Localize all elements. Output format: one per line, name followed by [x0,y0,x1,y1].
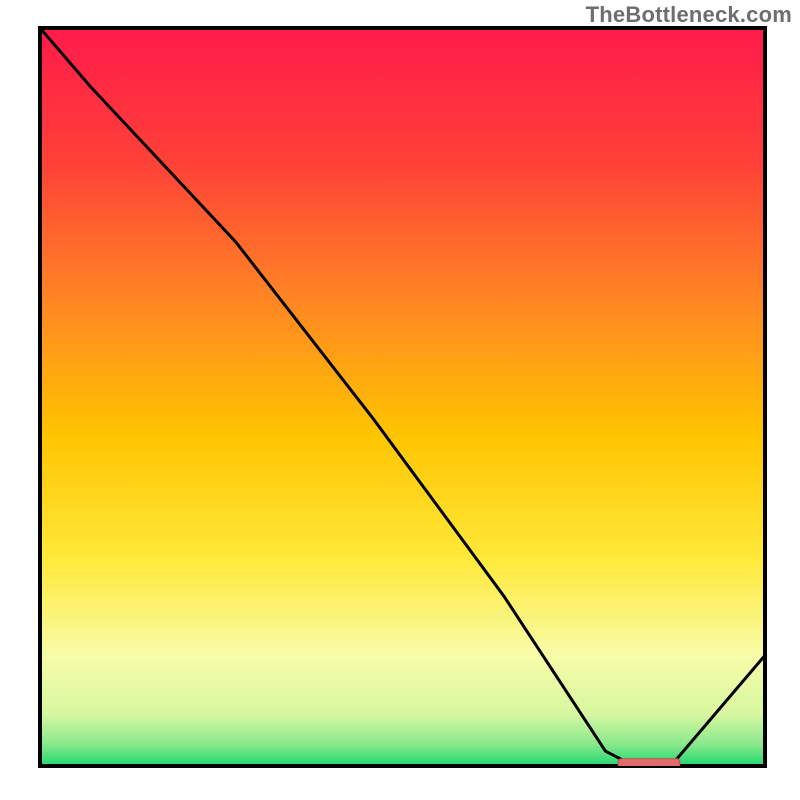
plot-background [40,28,765,766]
chart-canvas: TheBottleneck.com [0,0,800,800]
chart-svg [0,0,800,800]
watermark-label: TheBottleneck.com [586,2,792,28]
